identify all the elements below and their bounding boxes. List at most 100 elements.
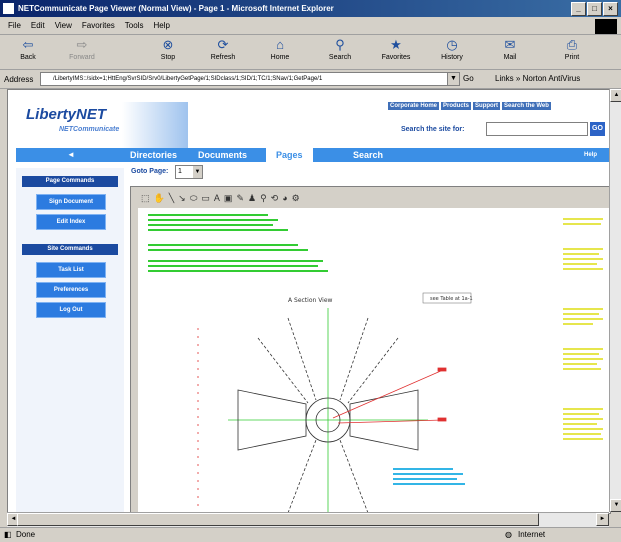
page-done-icon: ◧: [4, 530, 12, 539]
engineering-drawing: A Section View see Table at 1a-1: [148, 214, 603, 513]
goto-page-select[interactable]: 1 ▼: [175, 165, 203, 179]
menu-help[interactable]: Help: [153, 21, 169, 30]
settings-tool-icon[interactable]: ⚙: [292, 193, 300, 204]
help-link[interactable]: Help: [584, 148, 597, 162]
mail-button[interactable]: ✉ Mail: [490, 37, 530, 67]
stop-button[interactable]: ⊗ Stop: [148, 37, 188, 67]
site-search-go-button[interactable]: GO: [590, 122, 605, 136]
back-button[interactable]: ⇦ Back: [8, 37, 48, 67]
zoom-tool-icon[interactable]: ⚲: [260, 193, 267, 204]
address-input[interactable]: /LibertyIMS::/sidx=1;HttEng/SvrSID/Srv0/…: [40, 72, 459, 86]
scroll-down-arrow-icon[interactable]: ▼: [610, 499, 621, 512]
windows-logo-throbber: [595, 19, 617, 34]
goto-page-label: Goto Page:: [131, 168, 169, 175]
internet-zone-icon: ◍: [505, 530, 512, 539]
menu-view[interactable]: View: [55, 21, 72, 30]
history-button[interactable]: ◷ History: [432, 37, 472, 67]
tab-pages[interactable]: Pages: [266, 148, 313, 162]
favorites-icon: ★: [390, 37, 402, 52]
color-tool-icon[interactable]: ◕: [282, 193, 287, 203]
yellow-side-notes: [563, 218, 603, 440]
refresh-icon: ⟳: [217, 37, 229, 52]
pan-tool-icon[interactable]: ✋: [154, 193, 165, 204]
search-icon: ⚲: [335, 37, 345, 52]
preferences-button[interactable]: Preferences: [36, 282, 106, 298]
drawing-canvas[interactable]: A Section View see Table at 1a-1: [138, 208, 610, 513]
rotate-tool-icon[interactable]: ⟲: [271, 193, 279, 204]
close-button[interactable]: ×: [603, 2, 618, 16]
products-link[interactable]: Products: [441, 102, 472, 110]
green-annotation-text: [148, 214, 328, 272]
home-button[interactable]: ⌂ Home: [260, 37, 300, 67]
scroll-up-arrow-icon[interactable]: ▲: [610, 89, 621, 102]
favorites-button[interactable]: ★ Favorites: [376, 37, 416, 67]
address-label: Address: [4, 74, 34, 84]
nav-back-arrow[interactable]: ◄: [16, 148, 126, 162]
drawing-title-right: see Table at 1a-1: [430, 296, 473, 302]
menu-bar: File Edit View Favorites Tools Help: [0, 17, 621, 35]
standard-toolbar: ⇦ Back ⇨ Forward ⊗ Stop ⟳ Refresh ⌂ Home ⚲ Sea…: [0, 35, 621, 70]
window-title: NETCommunicate Page Viewer (Normal View)…: [18, 4, 334, 13]
title-bar[interactable]: NETCommunicate Page Viewer (Normal View)…: [0, 0, 621, 17]
page-viewport: LibertyNET NETCommunicate Corporate Home…: [7, 89, 611, 514]
ellipse-tool-icon[interactable]: ⬭: [190, 193, 198, 204]
links-item[interactable]: Norton AntiVirus: [523, 74, 581, 83]
status-bar: ◧ Done ◍ Internet: [0, 527, 621, 542]
minimize-button[interactable]: _: [571, 2, 586, 16]
horizontal-scrollbar[interactable]: ◄ ►: [7, 512, 609, 527]
sidebar: Page Commands Sign Document Edit Index S…: [16, 168, 124, 513]
ie-app-icon: [3, 3, 14, 14]
refresh-button[interactable]: ⟳ Refresh: [203, 37, 243, 67]
blue-annotation-text: [393, 468, 465, 485]
scroll-right-arrow-icon[interactable]: ►: [596, 513, 609, 526]
home-icon: ⌂: [276, 37, 284, 52]
task-list-button[interactable]: Task List: [36, 262, 106, 278]
back-arrow-icon: ⇦: [22, 37, 34, 52]
drawing-title-left: A Section View: [288, 297, 333, 304]
arrow-tool-icon[interactable]: ↘: [178, 193, 186, 204]
support-link[interactable]: Support: [473, 102, 501, 110]
tab-documents[interactable]: Documents: [198, 148, 247, 162]
address-dropdown[interactable]: ▼: [447, 72, 460, 86]
site-search-input[interactable]: [486, 122, 588, 136]
log-out-button[interactable]: Log Out: [36, 302, 106, 318]
links-bar[interactable]: Links » Norton AntiVirus: [495, 74, 580, 83]
go-button[interactable]: Go: [463, 74, 474, 83]
tab-directories[interactable]: Directories: [130, 148, 177, 162]
red-callouts: [197, 328, 447, 513]
status-text: Done: [16, 530, 36, 539]
menu-favorites[interactable]: Favorites: [82, 21, 115, 30]
vertical-scrollbar[interactable]: ▲ ▼: [609, 89, 621, 512]
history-icon: ◷: [446, 37, 458, 52]
search-web-link[interactable]: Search the Web: [502, 102, 551, 110]
highlight-tool-icon[interactable]: ✎: [236, 193, 244, 204]
menu-edit[interactable]: Edit: [31, 21, 45, 30]
page-commands-header: Page Commands: [22, 176, 118, 187]
tab-search[interactable]: Search: [353, 148, 383, 162]
line-tool-icon[interactable]: ╲: [169, 193, 174, 204]
print-button[interactable]: ⎙ Print: [552, 37, 592, 67]
sign-document-button[interactable]: Sign Document: [36, 194, 106, 210]
select-tool-icon[interactable]: ⬚: [141, 193, 150, 204]
maximize-button[interactable]: □: [587, 2, 602, 16]
viewer-toolbar: ⬚ ✋ ╲ ↘ ⬭ ▭ A ▣ ✎ ♟ ⚲ ⟲ ◕ ⚙: [141, 191, 300, 205]
menu-file[interactable]: File: [8, 21, 21, 30]
horizontal-scroll-thumb[interactable]: [17, 513, 539, 526]
mail-icon: ✉: [504, 37, 516, 52]
search-button[interactable]: ⚲ Search: [320, 37, 360, 67]
rectangle-tool-icon[interactable]: ▭: [201, 193, 210, 204]
address-bar: Address /LibertyIMS::/sidx=1;HttEng/SvrS…: [0, 70, 621, 89]
print-icon: ⎙: [566, 37, 578, 52]
libertynet-logo[interactable]: LibertyNET NETCommunicate: [23, 102, 188, 152]
stamp-tool-icon[interactable]: ♟: [248, 193, 256, 204]
corporate-home-link[interactable]: Corporate Home: [388, 102, 440, 110]
edit-index-button[interactable]: Edit Index: [36, 214, 106, 230]
note-tool-icon[interactable]: ▣: [224, 193, 233, 204]
top-links: Corporate Home Products Support Search t…: [388, 102, 551, 110]
chevron-down-icon: ▼: [193, 166, 202, 178]
menu-tools[interactable]: Tools: [125, 21, 144, 30]
forward-button[interactable]: ⇨ Forward: [62, 37, 102, 67]
browser-window: NETCommunicate Page Viewer (Normal View)…: [0, 0, 621, 542]
text-tool-icon[interactable]: A: [214, 193, 220, 203]
search-label: Search the site for:: [401, 126, 465, 133]
